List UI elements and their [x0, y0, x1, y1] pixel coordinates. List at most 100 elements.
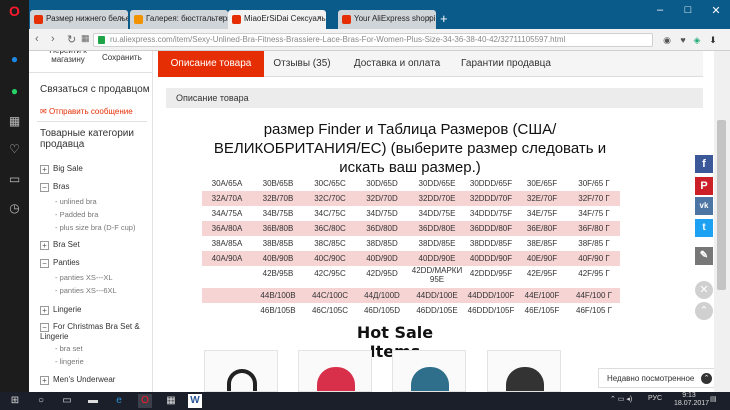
product-thumbnail[interactable]: [298, 350, 372, 392]
search-icon[interactable]: ○: [34, 394, 48, 408]
store-sidebar: Перейти к магазину Сохранить Связаться с…: [29, 51, 153, 392]
size-cell: 30F/65 Г: [578, 179, 610, 188]
news-icon[interactable]: ▭: [7, 172, 22, 187]
grid-icon[interactable]: ▦: [81, 33, 90, 44]
word-icon[interactable]: W: [188, 394, 202, 408]
size-cell: 46B/105B: [260, 306, 296, 315]
file-explorer-icon[interactable]: ▬: [86, 394, 100, 408]
language-indicator[interactable]: РУС: [648, 395, 662, 402]
tab-guarantees[interactable]: Гарантии продавца: [453, 51, 559, 77]
edge-icon[interactable]: e: [112, 394, 126, 408]
whatsapp-icon[interactable]: ●: [7, 84, 22, 99]
expand-icon[interactable]: +: [40, 376, 49, 385]
size-cell: 36DD/80E: [418, 224, 456, 233]
category-christmas[interactable]: − For Christmas Bra Set & Lingerie: [40, 322, 150, 342]
edit-icon[interactable]: ✎: [695, 247, 713, 265]
clock[interactable]: 9:13 18.07.2017: [674, 392, 709, 408]
messenger-icon[interactable]: ●: [7, 52, 22, 67]
expand-icon[interactable]: +: [40, 306, 49, 315]
facebook-share-icon[interactable]: f: [695, 155, 713, 173]
close-tab-icon[interactable]: ×: [219, 13, 224, 23]
windows-start-icon[interactable]: ⊞: [8, 394, 22, 408]
browser-tab[interactable]: MiaoErSiDai Сексуальны×: [228, 10, 326, 29]
expand-icon[interactable]: +: [40, 165, 49, 174]
size-cell: 30D/65D: [366, 179, 398, 188]
product-thumbnail[interactable]: [204, 350, 278, 392]
close-window-button[interactable]: ✕: [706, 4, 726, 17]
size-cell: 46D/105D: [363, 306, 401, 315]
size-cell: 40DD/90E: [418, 254, 456, 263]
subcategory-plus-size-bra[interactable]: - plus size bra (D-F cup): [55, 223, 135, 232]
category-lingerie[interactable]: + Lingerie: [40, 305, 81, 315]
category-bras[interactable]: − Bras: [40, 182, 69, 192]
send-message-link[interactable]: ✉ Отправить сообщение: [40, 107, 133, 116]
category-mens-underwear[interactable]: + Men's Underwear: [40, 375, 115, 385]
reload-icon[interactable]: ↻: [67, 33, 76, 46]
expand-icon[interactable]: +: [40, 241, 49, 250]
save-button[interactable]: Сохранить: [102, 53, 142, 62]
collapse-icon[interactable]: −: [40, 183, 49, 192]
tab-shipping[interactable]: Доставка и оплата: [344, 51, 450, 77]
goto-store-link[interactable]: Перейти к магазину: [41, 51, 95, 64]
tray-icons[interactable]: ⌃ ▭ ◂): [610, 395, 632, 403]
close-tab-icon[interactable]: ×: [427, 13, 432, 23]
history-icon[interactable]: ◷: [7, 201, 22, 216]
tab-reviews[interactable]: Отзывы (35): [264, 51, 340, 77]
maximize-button[interactable]: □: [678, 4, 698, 16]
product-thumbnail[interactable]: [392, 350, 466, 392]
download-icon[interactable]: ⬇: [707, 34, 719, 46]
size-row: 34A/75A 34B/75B 34C/75C 34D/75D 34DD/75E 34DD…: [202, 206, 620, 221]
vk-share-icon[interactable]: vk: [695, 197, 713, 215]
task-view-icon[interactable]: ▭: [60, 394, 74, 408]
chevron-up-icon[interactable]: ⌃: [701, 373, 712, 384]
opera-logo-icon[interactable]: O: [7, 4, 22, 19]
size-cell: 36B/80B: [262, 224, 294, 233]
recently-viewed-bar[interactable]: Недавно посмотренное ⌃: [598, 368, 720, 388]
tab-label: Галерея: бюстгальтеры д: [146, 14, 228, 23]
subcategory-lingerie[interactable]: - lingerie: [55, 357, 84, 366]
forward-icon[interactable]: ›: [51, 33, 55, 45]
subcategory-unlined-bra[interactable]: - unlined bra: [55, 197, 97, 206]
categories-title: Товарные категории продавца: [40, 128, 134, 150]
tab-description[interactable]: Описание товара: [158, 51, 264, 77]
close-tab-icon[interactable]: ×: [119, 13, 124, 23]
message-icon: ✉: [40, 107, 49, 116]
back-icon[interactable]: ‹: [35, 33, 39, 45]
speed-dial-icon[interactable]: ▦: [7, 114, 22, 129]
browser-tab[interactable]: Галерея: бюстгальтеры д×: [130, 10, 228, 29]
new-tab-button[interactable]: +: [440, 11, 448, 26]
browser-tab[interactable]: Размер нижнего белье на×: [30, 10, 128, 29]
chevron-up-circle-icon[interactable]: ⌃: [695, 302, 713, 320]
collapse-icon[interactable]: −: [40, 323, 49, 332]
description-header: Описание товара: [166, 88, 703, 108]
product-thumbnail[interactable]: [487, 350, 561, 392]
minimize-button[interactable]: –: [650, 4, 670, 16]
category-panties[interactable]: − Panties: [40, 258, 80, 268]
category-big-sale[interactable]: + Big Sale: [40, 164, 83, 174]
calculator-icon[interactable]: ▦: [164, 394, 178, 408]
notifications-icon[interactable]: ▤: [710, 395, 717, 403]
url-input[interactable]: ru.aliexpress.com/item/Sexy-Unlined-Bra-…: [93, 33, 653, 47]
category-bra-set[interactable]: + Bra Set: [40, 240, 80, 250]
browser-tab[interactable]: Your AliExpress shopping ×: [338, 10, 436, 29]
size-row: 36A/80A 36B/80B 36C/80C 36D/80D 36DD/80E 36DD…: [202, 221, 620, 236]
close-circle-icon[interactable]: ✕: [695, 281, 713, 299]
size-cell: 42E/95F: [526, 269, 558, 278]
vpn-icon[interactable]: ◈: [691, 34, 703, 46]
size-cell: 38E/85F: [526, 239, 558, 248]
subcategory-panties-xs-6xl[interactable]: - panties XS---6XL: [55, 286, 117, 295]
collapse-icon[interactable]: −: [40, 259, 49, 268]
camera-icon[interactable]: ◉: [661, 34, 673, 46]
heart-bookmark-icon[interactable]: ♥: [677, 34, 689, 46]
size-cell: 46C/105C: [311, 306, 349, 315]
twitter-share-icon[interactable]: t: [695, 219, 713, 237]
close-tab-icon[interactable]: ×: [317, 13, 322, 23]
subcategory-panties-xs-xl[interactable]: - panties XS---XL: [55, 273, 113, 282]
pinterest-share-icon[interactable]: P: [695, 177, 713, 195]
subcategory-bra-set[interactable]: - bra set: [55, 344, 83, 353]
scrollbar-thumb[interactable]: [717, 120, 726, 290]
opera-taskbar-icon[interactable]: O: [138, 394, 152, 408]
subcategory-padded-bra[interactable]: - Padded bra: [55, 210, 98, 219]
heart-icon[interactable]: ♡: [7, 142, 22, 157]
recently-viewed-label: Недавно посмотренное: [607, 374, 695, 383]
